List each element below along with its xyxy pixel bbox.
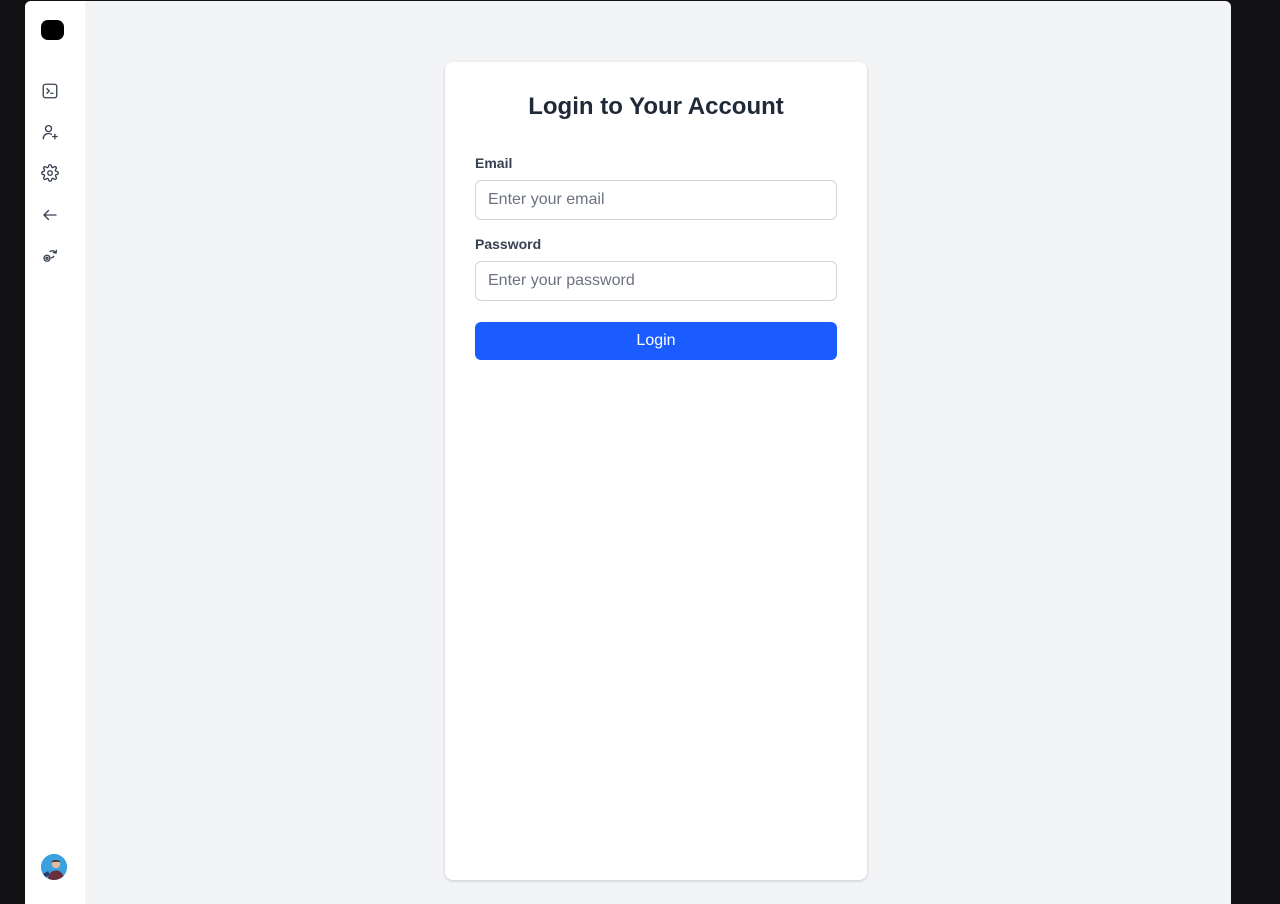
gear-icon [41, 164, 59, 182]
sidebar-item-add-user[interactable] [38, 120, 62, 144]
login-card: Login to Your Account Email Password Log… [445, 62, 867, 880]
terminal-icon [42, 83, 58, 99]
app-logo [41, 20, 64, 40]
page-title: Login to Your Account [528, 93, 784, 120]
app-window: Login to Your Account Email Password Log… [25, 1, 1231, 904]
sidebar-item-settings[interactable] [38, 161, 62, 185]
email-field[interactable] [475, 180, 837, 220]
avatar-icon [41, 854, 67, 880]
sidebar-item-user-settings[interactable] [38, 244, 62, 268]
sidebar-item-terminal[interactable] [38, 79, 62, 103]
sidebar [25, 1, 85, 904]
avatar[interactable] [41, 854, 67, 880]
user-cog-icon [43, 249, 58, 262]
password-label: Password [475, 236, 542, 252]
email-label: Email [475, 155, 513, 171]
user-plus-icon [42, 124, 58, 140]
password-field[interactable] [475, 261, 837, 301]
arrow-left-icon [43, 209, 57, 221]
sidebar-item-back[interactable] [38, 203, 62, 227]
login-button[interactable]: Login [475, 322, 837, 360]
